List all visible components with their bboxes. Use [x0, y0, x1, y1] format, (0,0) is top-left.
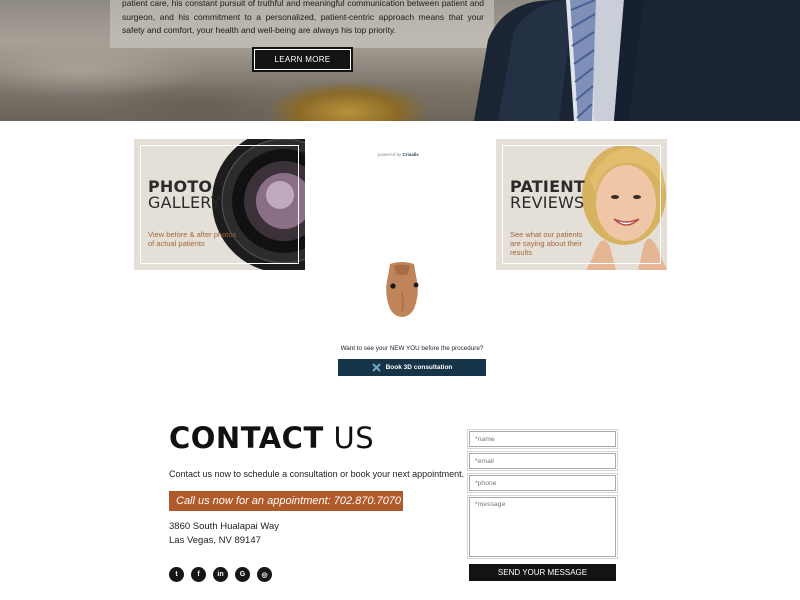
photo-gallery-card[interactable]: PHOTO GALLERY View before & after photos…: [134, 139, 305, 270]
phone-input[interactable]: [467, 473, 618, 493]
name-input[interactable]: [467, 429, 618, 449]
gallery-title-light: GALLERY: [148, 193, 221, 212]
patient-reviews-card[interactable]: PATIENT REVIEWS See what our patients ar…: [496, 139, 667, 270]
hero-banner: patient care, his constant pursuit of tr…: [0, 0, 800, 121]
crisalix-x-icon: [371, 363, 381, 372]
twitter-icon[interactable]: t: [169, 567, 184, 582]
message-textarea[interactable]: [467, 495, 618, 559]
book-3d-consultation-button[interactable]: Book 3D consultation: [338, 359, 486, 376]
call-now-banner[interactable]: Call us now for an appointment: 702.870.…: [169, 491, 403, 511]
email-input[interactable]: [467, 451, 618, 471]
crisalix-brand: Crisalix: [402, 152, 419, 157]
call-now-text: Call us now for an appointment: 702.870.…: [176, 495, 402, 507]
contact-title: CONTACT US: [169, 421, 374, 455]
gallery-description: View before & after photos of actual pat…: [148, 230, 237, 248]
linkedin-icon[interactable]: in: [213, 567, 228, 582]
google-icon[interactable]: G: [235, 567, 250, 582]
address-line-1: 3860 South Hualapai Way: [169, 521, 280, 532]
crisalix-powered-by[interactable]: powered by Crisalix: [378, 152, 419, 157]
crisalix-prompt: Want to see your NEW YOU before the proc…: [340, 345, 484, 352]
address-line-2: Las Vegas, NV 89147: [169, 535, 261, 546]
social-links: t f in G ◎: [169, 567, 272, 582]
hero-shrub-image: [268, 82, 428, 121]
contact-title-bold: CONTACT: [169, 421, 324, 455]
reviews-title-light: REVIEWS: [510, 193, 585, 212]
book-3d-label: Book 3D consultation: [385, 364, 453, 371]
learn-more-button[interactable]: LEARN MORE: [252, 47, 353, 72]
surgeon-portrait-image: [474, 0, 800, 121]
3d-torso-image: [386, 262, 419, 317]
hero-paragraph: patient care, his constant pursuit of tr…: [122, 0, 484, 35]
contact-title-light: US: [333, 421, 375, 455]
powered-by-label: powered by: [378, 152, 402, 157]
reviews-description: See what our patients are saying about t…: [510, 230, 583, 257]
facebook-icon[interactable]: f: [191, 567, 206, 582]
contact-intro: Contact us now to schedule a consultatio…: [169, 469, 465, 479]
instagram-icon[interactable]: ◎: [257, 567, 272, 582]
send-message-button[interactable]: SEND YOUR MESSAGE: [469, 564, 616, 581]
